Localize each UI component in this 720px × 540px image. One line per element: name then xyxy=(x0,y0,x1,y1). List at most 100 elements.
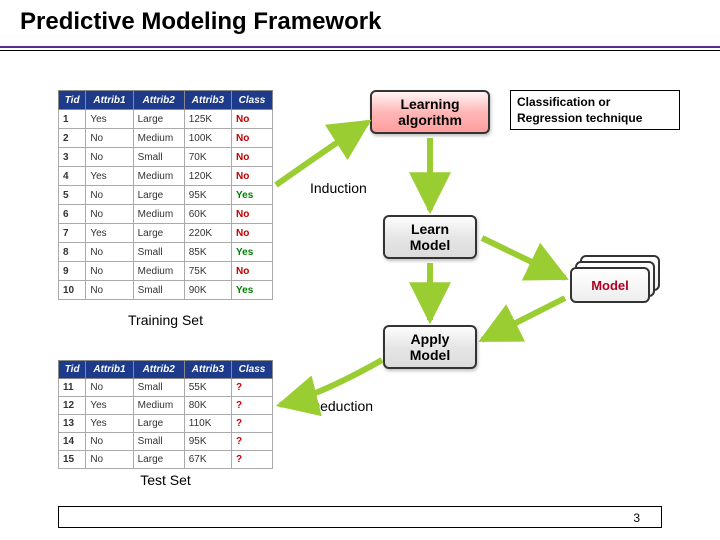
cell-attrib3: 220K xyxy=(184,224,231,243)
cell-attrib2: Large xyxy=(133,415,184,433)
page-number: 3 xyxy=(633,511,640,525)
cell-class: No xyxy=(232,167,273,186)
cell-tid: 6 xyxy=(59,205,86,224)
table-row: 11NoSmall55K? xyxy=(59,379,273,397)
cell-tid: 5 xyxy=(59,186,86,205)
cell-attrib1: No xyxy=(86,129,133,148)
cell-tid: 1 xyxy=(59,110,86,129)
cell-attrib1: Yes xyxy=(86,110,133,129)
cell-attrib1: Yes xyxy=(86,167,133,186)
cell-attrib3: 60K xyxy=(184,205,231,224)
table-row: 9NoMedium75KNo xyxy=(59,262,273,281)
cell-class: ? xyxy=(232,415,273,433)
cell-class: ? xyxy=(232,397,273,415)
cell-attrib3: 90K xyxy=(184,281,231,300)
test-table: Tid Attrib1 Attrib2 Attrib3 Class 11NoSm… xyxy=(58,360,273,469)
induction-label: Induction xyxy=(310,180,367,196)
cell-tid: 8 xyxy=(59,243,86,262)
model-stack: Model xyxy=(570,255,660,310)
cell-attrib3: 95K xyxy=(184,433,231,451)
col-attrib2: Attrib2 xyxy=(133,91,184,110)
col-attrib2: Attrib2 xyxy=(133,361,184,379)
table-row: 5NoLarge95KYes xyxy=(59,186,273,205)
cell-attrib2: Small xyxy=(133,379,184,397)
divider-line xyxy=(0,46,720,48)
col-tid: Tid xyxy=(59,361,86,379)
cell-attrib2: Small xyxy=(133,281,184,300)
learning-algorithm-box: Learning algorithm xyxy=(370,90,490,134)
cell-attrib1: Yes xyxy=(86,397,133,415)
cell-attrib1: No xyxy=(86,433,133,451)
cell-tid: 15 xyxy=(59,451,86,469)
cell-attrib3: 67K xyxy=(184,451,231,469)
col-attrib3: Attrib3 xyxy=(184,361,231,379)
table-row: 1YesLarge125KNo xyxy=(59,110,273,129)
cell-class: No xyxy=(232,224,273,243)
training-table: Tid Attrib1 Attrib2 Attrib3 Class 1YesLa… xyxy=(58,90,273,300)
learn-model-box: Learn Model xyxy=(383,215,477,259)
cell-tid: 14 xyxy=(59,433,86,451)
cell-class: ? xyxy=(232,379,273,397)
test-set-label: Test Set xyxy=(58,472,273,488)
cell-attrib2: Medium xyxy=(133,129,184,148)
cell-attrib1: No xyxy=(86,205,133,224)
cell-class: No xyxy=(232,205,273,224)
cell-tid: 7 xyxy=(59,224,86,243)
cell-attrib2: Small xyxy=(133,148,184,167)
cell-tid: 10 xyxy=(59,281,86,300)
cell-class: No xyxy=(232,110,273,129)
cell-tid: 13 xyxy=(59,415,86,433)
table-row: 6NoMedium60KNo xyxy=(59,205,273,224)
table-row: 8NoSmall85KYes xyxy=(59,243,273,262)
col-attrib3: Attrib3 xyxy=(184,91,231,110)
cell-attrib1: No xyxy=(86,186,133,205)
cell-class: Yes xyxy=(232,186,273,205)
cell-tid: 4 xyxy=(59,167,86,186)
cell-attrib2: Large xyxy=(133,451,184,469)
cell-attrib2: Medium xyxy=(133,167,184,186)
cell-tid: 12 xyxy=(59,397,86,415)
cell-class: No xyxy=(232,148,273,167)
table-row: 12YesMedium80K? xyxy=(59,397,273,415)
table-row: 3NoSmall70KNo xyxy=(59,148,273,167)
col-attrib1: Attrib1 xyxy=(86,361,133,379)
col-tid: Tid xyxy=(59,91,86,110)
cell-class: No xyxy=(232,129,273,148)
arrow-learn-to-model xyxy=(482,238,565,278)
cell-class: ? xyxy=(232,433,273,451)
table-row: 4YesMedium120KNo xyxy=(59,167,273,186)
cell-class: No xyxy=(232,262,273,281)
cell-attrib3: 100K xyxy=(184,129,231,148)
cell-class: Yes xyxy=(232,243,273,262)
arrow-model-to-apply xyxy=(482,298,565,340)
training-set-label: Training Set xyxy=(58,312,273,328)
apply-model-box: Apply Model xyxy=(383,325,477,369)
cell-attrib3: 55K xyxy=(184,379,231,397)
divider-line-thin xyxy=(0,50,720,51)
table-row: 2NoMedium100KNo xyxy=(59,129,273,148)
cell-attrib2: Medium xyxy=(133,397,184,415)
cell-attrib1: No xyxy=(86,451,133,469)
col-attrib1: Attrib1 xyxy=(86,91,133,110)
col-class: Class xyxy=(232,91,273,110)
cell-attrib2: Large xyxy=(133,110,184,129)
cell-attrib1: No xyxy=(86,243,133,262)
col-class: Class xyxy=(232,361,273,379)
table-header-row: Tid Attrib1 Attrib2 Attrib3 Class xyxy=(59,361,273,379)
cell-attrib1: Yes xyxy=(86,224,133,243)
cell-attrib1: No xyxy=(86,379,133,397)
cell-attrib3: 110K xyxy=(184,415,231,433)
cell-attrib2: Large xyxy=(133,186,184,205)
cell-attrib3: 70K xyxy=(184,148,231,167)
cell-tid: 2 xyxy=(59,129,86,148)
model-card-front: Model xyxy=(570,267,650,303)
cell-attrib2: Medium xyxy=(133,262,184,281)
deduction-label: Deduction xyxy=(310,398,373,414)
cell-attrib1: No xyxy=(86,148,133,167)
cell-attrib3: 75K xyxy=(184,262,231,281)
cell-attrib1: No xyxy=(86,262,133,281)
cell-attrib1: Yes xyxy=(86,415,133,433)
cell-attrib3: 120K xyxy=(184,167,231,186)
cell-class: ? xyxy=(232,451,273,469)
cell-attrib2: Large xyxy=(133,224,184,243)
